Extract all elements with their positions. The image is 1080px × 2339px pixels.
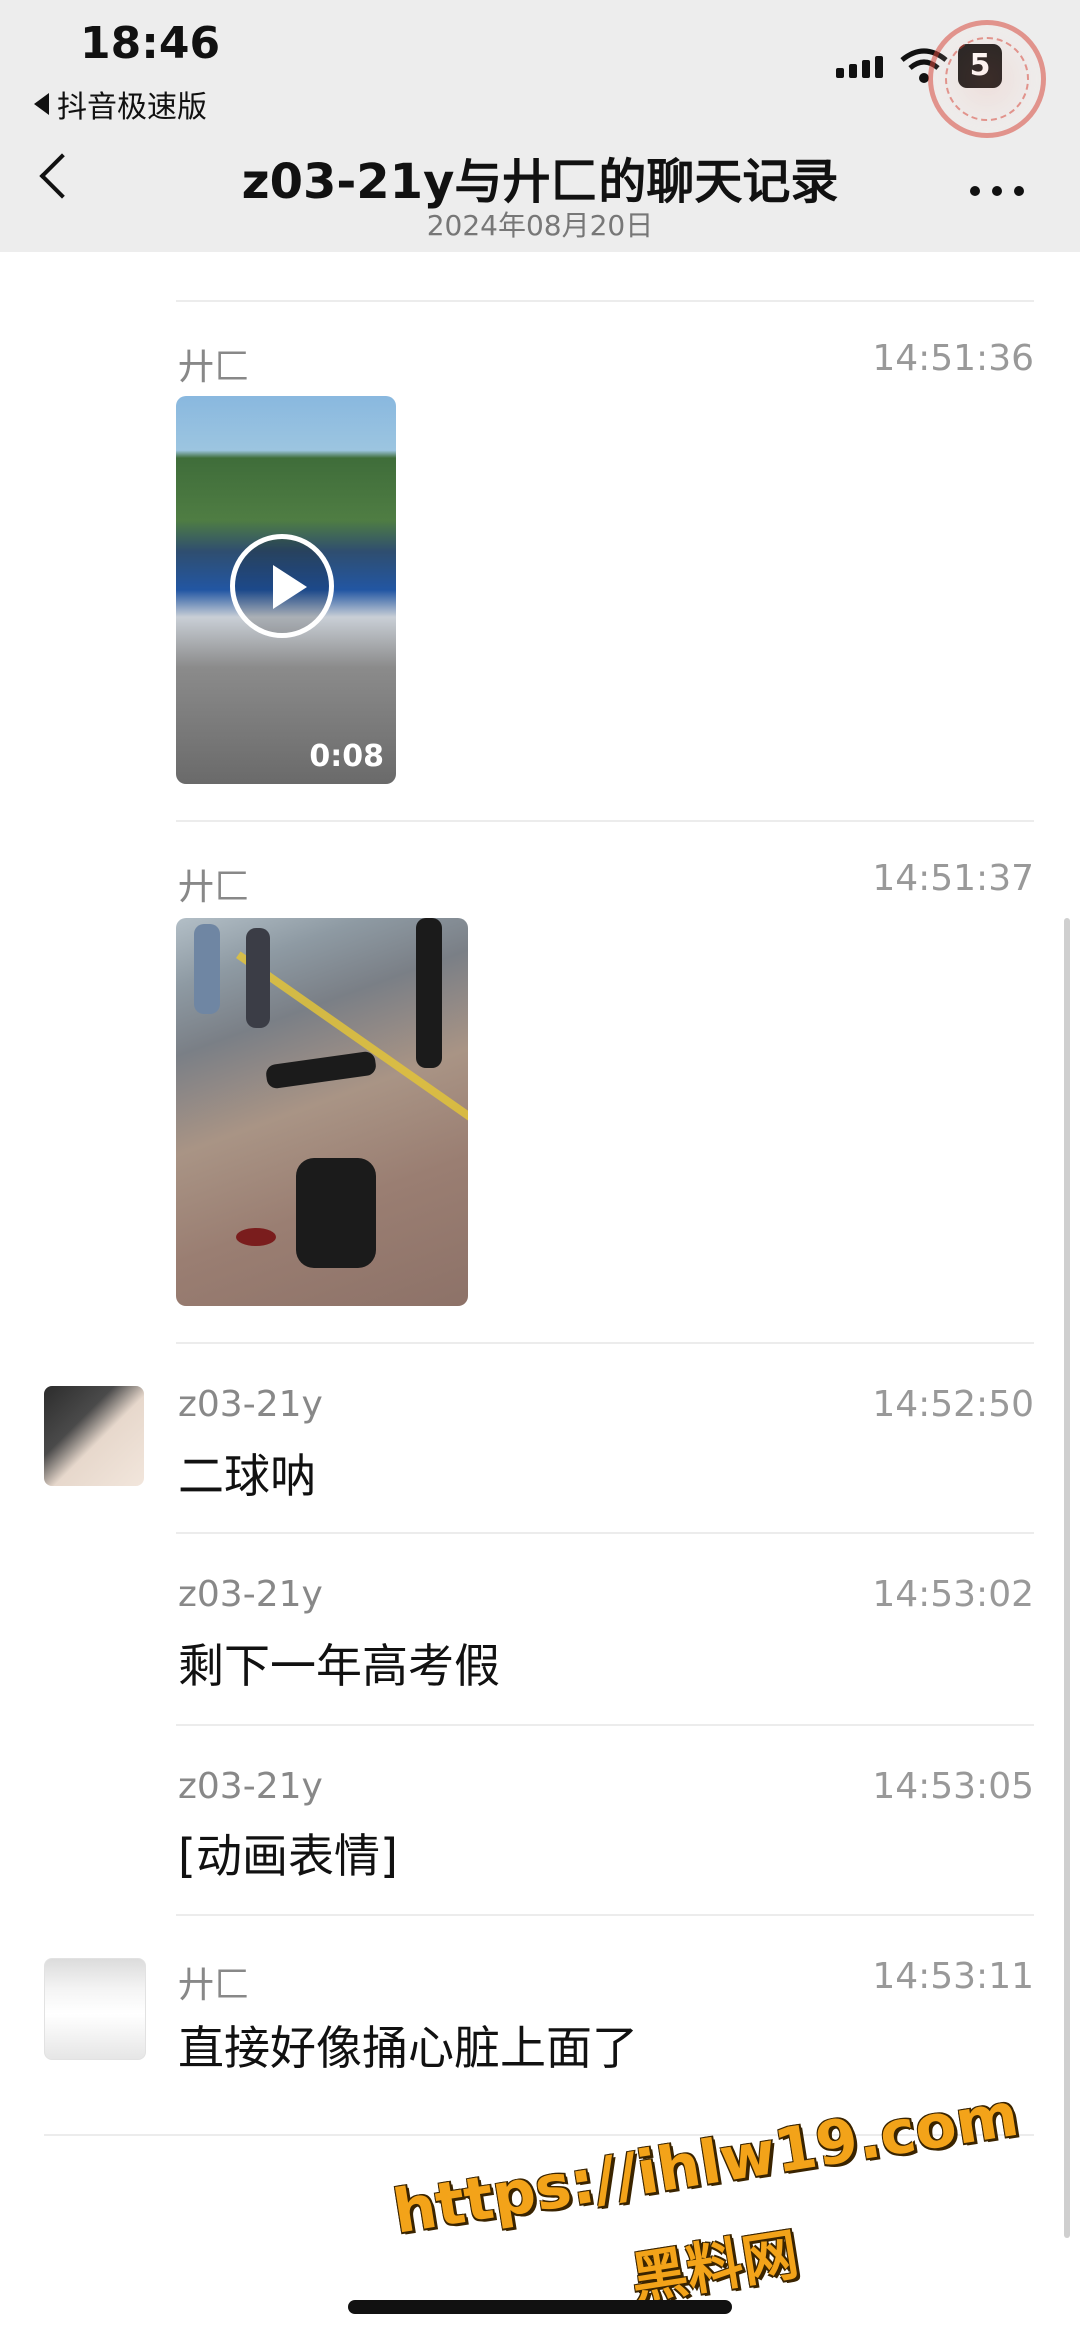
message-time: 14:53:05 xyxy=(872,1766,1034,1807)
home-indicator[interactable] xyxy=(348,2300,732,2314)
message-sender: 廾匚 xyxy=(178,867,251,908)
scrollbar[interactable] xyxy=(1064,918,1070,2238)
video-message[interactable]: 0:08 xyxy=(176,396,396,784)
page-date: 2024年08月20日 xyxy=(426,209,654,242)
message-divider xyxy=(176,1724,1034,1726)
chat-header: 18:46 抖音极速版 5 z03-21y与廾匚的聊天记录 2024年08月20… xyxy=(0,0,1080,252)
message-time: 14:51:37 xyxy=(872,858,1034,899)
back-button[interactable] xyxy=(39,153,85,199)
photo-detail xyxy=(236,1228,276,1246)
photo-detail xyxy=(296,1158,376,1268)
message-text: 剩下一年高考假 xyxy=(178,1639,500,1693)
message-divider xyxy=(176,1914,1034,1916)
message-time: 14:51:36 xyxy=(872,338,1034,379)
image-message[interactable] xyxy=(176,918,468,1306)
more-options-icon[interactable] xyxy=(970,186,1024,196)
avatar[interactable] xyxy=(44,1958,146,2060)
message-sender: 廾匚 xyxy=(178,1965,251,2006)
play-icon[interactable] xyxy=(230,534,334,638)
back-to-app-link[interactable]: 抖音极速版 xyxy=(34,82,207,126)
message-time: 14:52:50 xyxy=(872,1384,1034,1425)
photo-detail xyxy=(264,1050,378,1090)
message-divider xyxy=(176,1532,1034,1534)
message-divider xyxy=(176,820,1034,822)
photo-detail xyxy=(194,924,220,1014)
message-time: 14:53:02 xyxy=(872,1574,1034,1615)
video-duration: 0:08 xyxy=(309,739,384,774)
page-title: z03-21y与廾匚的聊天记录 xyxy=(241,154,839,210)
message-text: [动画表情] xyxy=(178,1829,398,1883)
message-sender: 廾匚 xyxy=(178,347,251,388)
message-text: 直接好像捅心脏上面了 xyxy=(178,2021,638,2075)
stamp-overlay xyxy=(928,20,1046,138)
message-sender: z03-21y xyxy=(178,1574,323,1615)
photo-detail xyxy=(416,918,442,1068)
avatar[interactable] xyxy=(44,1386,144,1486)
back-arrow-icon xyxy=(34,93,49,115)
cellular-signal-icon xyxy=(836,56,883,78)
back-app-label: 抖音极速版 xyxy=(57,90,207,125)
message-divider xyxy=(176,1342,1034,1344)
message-sender: z03-21y xyxy=(178,1384,323,1425)
message-divider xyxy=(176,300,1034,302)
message-time: 14:53:11 xyxy=(872,1956,1034,1997)
status-time: 18:46 xyxy=(80,18,221,69)
photo-detail xyxy=(246,928,270,1028)
message-text: 二球呐 xyxy=(178,1449,316,1503)
message-sender: z03-21y xyxy=(178,1766,323,1807)
